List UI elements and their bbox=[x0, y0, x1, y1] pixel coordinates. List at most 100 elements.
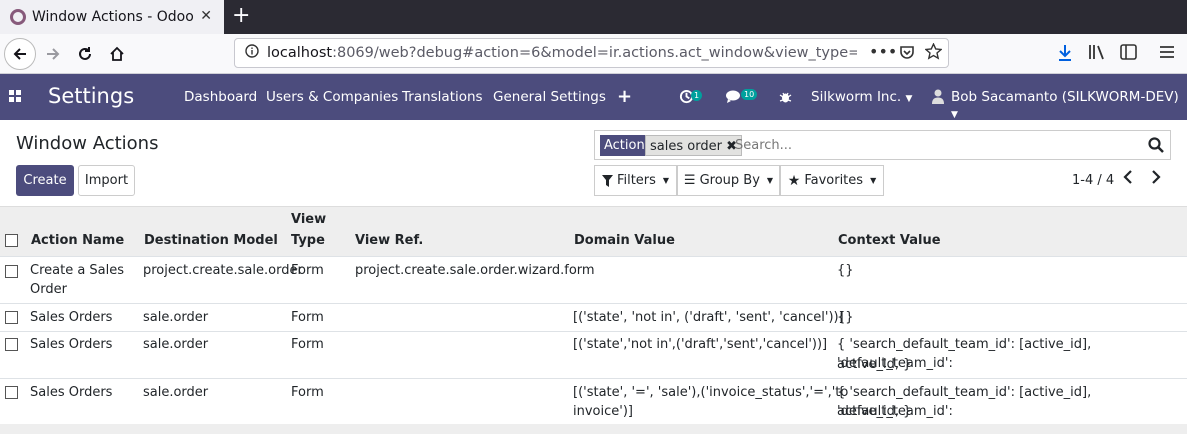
star-icon: ★ bbox=[787, 172, 801, 189]
header-view-ref[interactable]: View Ref. bbox=[355, 231, 423, 251]
browser-tab-bar: Window Actions - Odoo ✕ + bbox=[0, 0, 1187, 34]
header-view-type-line2[interactable]: Type bbox=[291, 231, 325, 251]
groupby-dropdown[interactable]: ☰ Group By ▼ bbox=[677, 165, 780, 196]
row-checkbox[interactable] bbox=[5, 265, 18, 278]
app-brand[interactable]: Settings bbox=[48, 84, 134, 108]
plus-icon[interactable]: + bbox=[617, 86, 632, 107]
hamburger-menu-icon[interactable] bbox=[1160, 45, 1174, 63]
table-footer bbox=[0, 424, 1187, 434]
caret-down-icon: ▼ bbox=[905, 94, 913, 104]
caret-down-icon: ▼ bbox=[951, 110, 958, 120]
view-type: Form bbox=[291, 263, 324, 278]
header-action-name[interactable]: Action Name bbox=[31, 231, 124, 251]
search-bar[interactable]: Action sales order ✖ Search... bbox=[594, 130, 1171, 160]
favorites-label: Favorites bbox=[804, 173, 864, 188]
context-value: {} bbox=[837, 310, 854, 325]
odoo-favicon-icon bbox=[10, 9, 26, 25]
create-button[interactable]: Create bbox=[16, 165, 74, 196]
bookmark-star-icon[interactable] bbox=[924, 42, 943, 64]
company-switcher[interactable]: Silkworm Inc. ▼ bbox=[811, 89, 912, 105]
destination-model: sale.order bbox=[143, 310, 209, 325]
action-name: Sales Orders bbox=[30, 337, 113, 352]
home-button[interactable] bbox=[101, 38, 133, 70]
header-view-type-line1[interactable]: View bbox=[291, 210, 326, 230]
destination-model: sale.order bbox=[143, 385, 209, 400]
url-text: localhost:8069/web?debug#action=6&model=… bbox=[267, 45, 857, 61]
company-name: Silkworm Inc. bbox=[811, 89, 902, 105]
domain-value: [('state','not in',('draft','sent','canc… bbox=[573, 337, 828, 352]
menu-translations[interactable]: Translations bbox=[402, 89, 483, 105]
table-header: Action Name Destination Model View Type … bbox=[0, 207, 1187, 257]
new-tab-icon[interactable]: + bbox=[232, 4, 250, 28]
page-actions-icon[interactable]: ••• bbox=[869, 42, 897, 61]
info-icon[interactable] bbox=[245, 44, 259, 62]
view-type: Form bbox=[291, 310, 324, 325]
action-name: Create a Sales bbox=[30, 263, 125, 278]
groupby-label: Group By bbox=[699, 173, 760, 188]
user-menu[interactable]: Bob Sacamanto (SILKWORM-DEV) ▼ bbox=[951, 89, 1187, 121]
filter-icon bbox=[601, 174, 613, 187]
table-row[interactable]: Create a Sales Order project.create.sale… bbox=[0, 257, 1187, 304]
row-checkbox[interactable] bbox=[5, 311, 18, 324]
page-title: Window Actions bbox=[16, 133, 159, 154]
search-input[interactable]: Search... bbox=[735, 138, 792, 153]
context-value: {} bbox=[837, 263, 854, 278]
caret-down-icon: ▼ bbox=[870, 176, 877, 185]
favorites-dropdown[interactable]: ★ Favorites ▼ bbox=[780, 165, 884, 196]
library-icon[interactable] bbox=[1088, 44, 1106, 64]
select-all-checkbox[interactable] bbox=[5, 234, 18, 247]
message-count-badge: 10 bbox=[741, 89, 758, 100]
menu-users-companies[interactable]: Users & Companies bbox=[266, 89, 398, 105]
action-name-line2: Order bbox=[30, 282, 67, 297]
browser-toolbar: localhost:8069/web?debug#action=6&model=… bbox=[0, 34, 1187, 74]
row-checkbox[interactable] bbox=[5, 386, 18, 399]
control-panel: Window Actions Create Import Action sale… bbox=[0, 120, 1187, 206]
back-button[interactable] bbox=[4, 38, 36, 70]
debug-bug-icon[interactable] bbox=[779, 90, 792, 108]
menu-general-settings[interactable]: General Settings bbox=[493, 89, 606, 105]
menu-dashboard[interactable]: Dashboard bbox=[184, 89, 257, 105]
action-name: Sales Orders bbox=[30, 310, 113, 325]
domain-value: [('state', 'not in', ('draft', 'sent', '… bbox=[573, 310, 844, 325]
table-row[interactable]: Sales Orders sale.order Form [('state', … bbox=[0, 304, 1187, 332]
downloads-icon[interactable] bbox=[1057, 44, 1073, 66]
reload-button[interactable] bbox=[69, 38, 101, 70]
destination-model: project.create.sale.order bbox=[143, 263, 303, 278]
url-path: :8069/web?debug#action=6&model=ir.action… bbox=[332, 45, 857, 61]
user-avatar-icon bbox=[932, 89, 944, 108]
browser-tab[interactable]: Window Actions - Odoo ✕ bbox=[0, 0, 224, 34]
pager-value[interactable]: 1-4 / 4 bbox=[1072, 173, 1114, 188]
tab-title: Window Actions - Odoo bbox=[32, 9, 194, 25]
table-row[interactable]: Sales Orders sale.order Form [('state', … bbox=[0, 379, 1187, 425]
list-view-table: Action Name Destination Model View Type … bbox=[0, 206, 1187, 419]
caret-down-icon: ▼ bbox=[662, 176, 670, 185]
forward-button[interactable] bbox=[37, 38, 69, 70]
filters-label: Filters bbox=[616, 173, 656, 188]
header-context-value[interactable]: Context Value bbox=[838, 231, 941, 251]
filters-dropdown[interactable]: Filters ▼ bbox=[594, 165, 677, 196]
messages-icon[interactable] bbox=[725, 89, 741, 108]
pager-next-icon[interactable] bbox=[1151, 170, 1161, 188]
action-name: Sales Orders bbox=[30, 385, 113, 400]
header-domain-value[interactable]: Domain Value bbox=[574, 231, 675, 251]
caret-down-icon: ▼ bbox=[766, 176, 774, 185]
url-bar[interactable]: localhost:8069/web?debug#action=6&model=… bbox=[234, 38, 949, 68]
domain-value-line2: invoice')] bbox=[573, 404, 633, 419]
context-value-line2: active_id, } bbox=[837, 357, 912, 372]
apps-menu-icon[interactable] bbox=[9, 90, 23, 104]
sidebar-icon[interactable] bbox=[1120, 44, 1137, 64]
table-row[interactable]: Sales Orders sale.order Form [('state','… bbox=[0, 332, 1187, 379]
row-checkbox[interactable] bbox=[5, 338, 18, 351]
header-destination-model[interactable]: Destination Model bbox=[144, 231, 278, 251]
pager-previous-icon[interactable] bbox=[1123, 170, 1133, 188]
odoo-main-navbar: Settings Dashboard Users & Companies Tra… bbox=[0, 74, 1187, 120]
import-button[interactable]: Import bbox=[78, 165, 135, 196]
facet-value-text: sales order bbox=[650, 139, 722, 154]
url-host: localhost bbox=[267, 45, 333, 61]
search-facet-value: sales order ✖ bbox=[645, 135, 742, 156]
search-icon[interactable] bbox=[1148, 137, 1164, 157]
pocket-icon[interactable] bbox=[899, 44, 915, 64]
close-tab-icon[interactable]: ✕ bbox=[200, 8, 212, 24]
activity-count-badge: 1 bbox=[691, 90, 703, 101]
view-type: Form bbox=[291, 337, 324, 352]
